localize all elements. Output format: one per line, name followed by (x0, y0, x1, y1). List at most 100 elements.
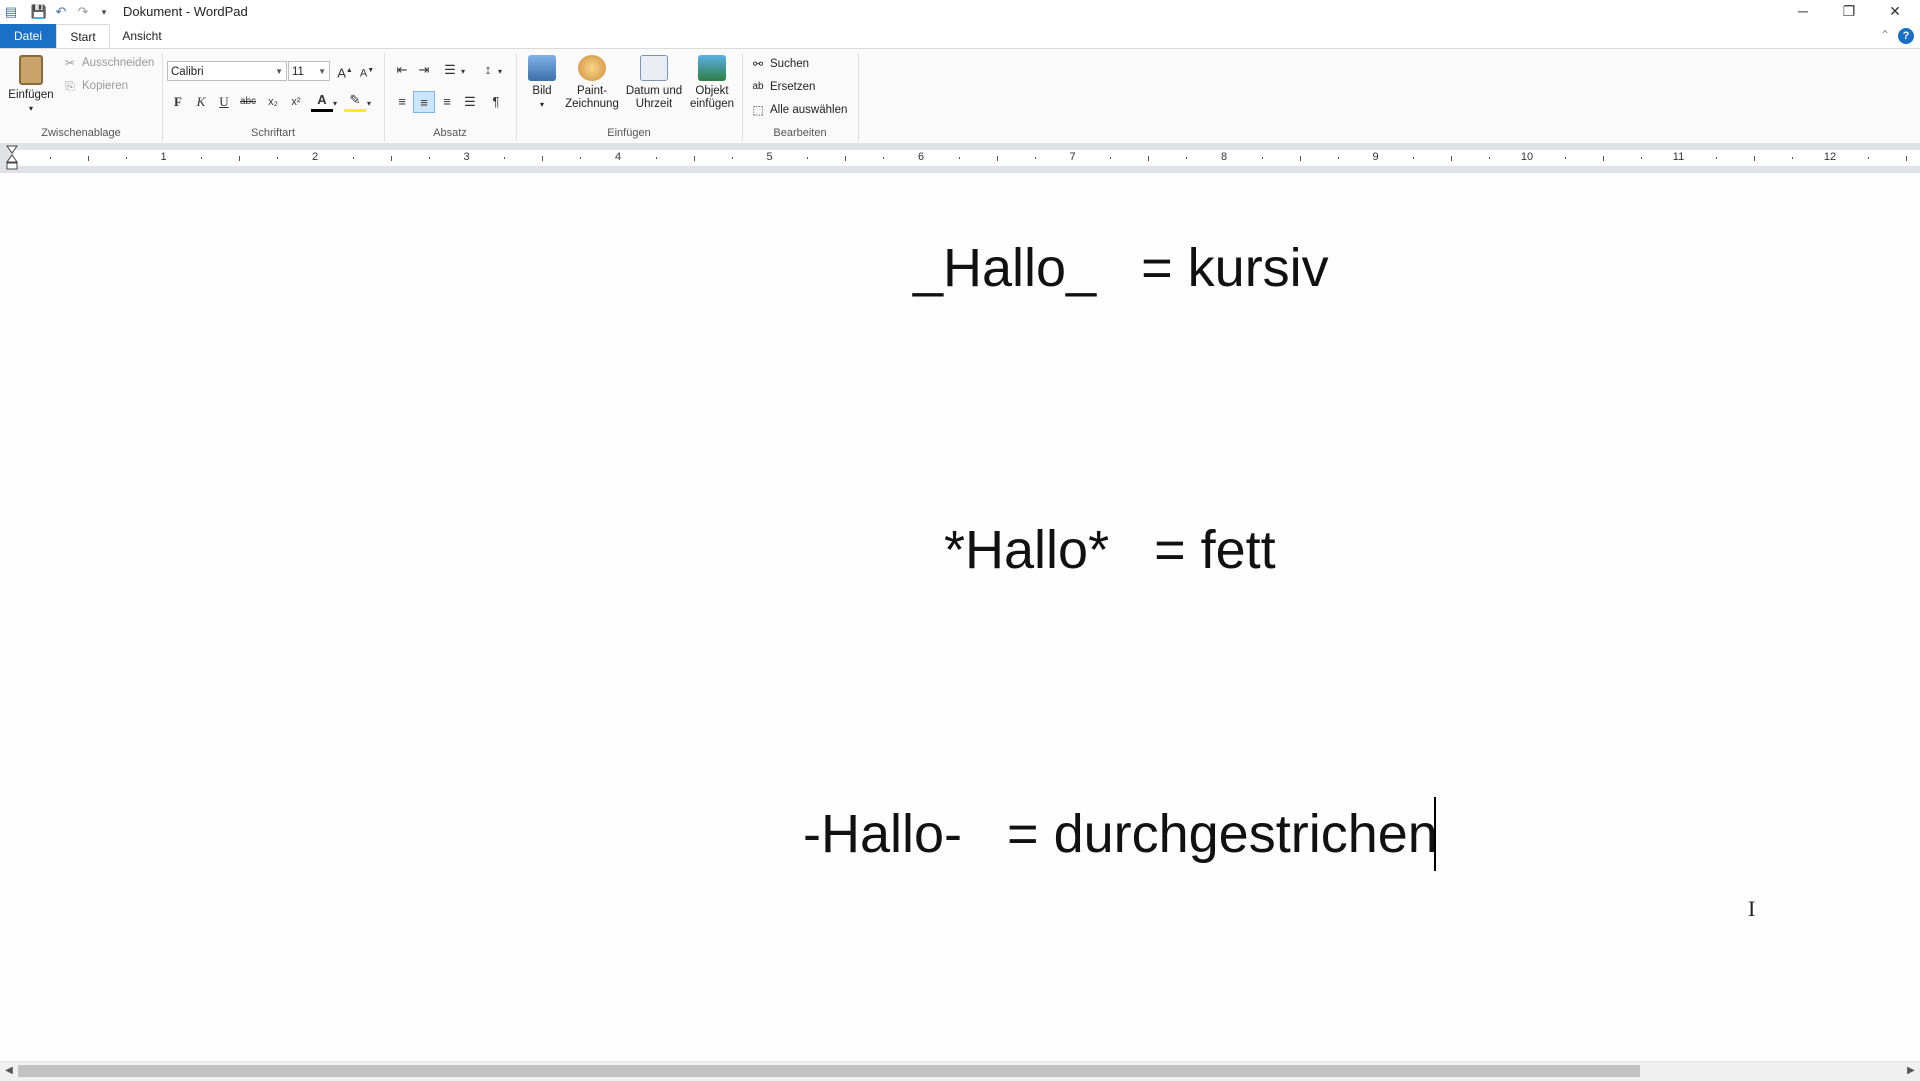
ruler-tick (845, 156, 847, 161)
indent-marker-icon[interactable] (6, 145, 18, 171)
ruler-tick (504, 157, 506, 159)
document-line-1[interactable]: _Hallo_ = kursiv (913, 237, 1329, 299)
close-button[interactable]: ✕ (1872, 0, 1918, 24)
ruler-tick (1110, 157, 1112, 159)
picture-button[interactable]: Bild ▾ (522, 55, 562, 111)
ruler-tick (1337, 157, 1339, 159)
redo-icon[interactable]: ↷ (74, 3, 92, 21)
document-line-3[interactable]: -Hallo- = durchgestrichen (803, 803, 1438, 865)
cut-button[interactable]: ✂ Ausschneiden (62, 53, 154, 73)
ruler-tick (49, 157, 51, 159)
font-family-select[interactable]: Calibri ▼ (167, 61, 287, 81)
ruler-tick (1792, 157, 1794, 159)
ruler-tick (277, 157, 279, 159)
ruler-tick (1186, 157, 1188, 159)
tab-start[interactable]: Start (56, 24, 110, 48)
customize-icon[interactable]: ▾ (95, 3, 113, 21)
picture-label: Bild (532, 85, 552, 97)
binoculars-icon: ⚯ (752, 57, 764, 71)
tab-ansicht[interactable]: Ansicht (112, 24, 172, 48)
paste-dropdown-icon: ▾ (28, 104, 33, 113)
subscript-button[interactable]: x₂ (262, 91, 284, 113)
ruler-tick (1905, 156, 1907, 161)
bold-button[interactable]: F (167, 91, 189, 113)
picture-icon (528, 55, 556, 81)
align-right-icon[interactable]: ≡ (436, 91, 458, 113)
replace-label: Ersetzen (770, 81, 816, 93)
tab-datei[interactable]: Datei (0, 24, 56, 48)
app-menu-icon[interactable]: ▤ (2, 3, 20, 21)
ruler-tick (731, 157, 733, 159)
scrollbar-thumb[interactable] (18, 1065, 1640, 1077)
align-left-icon[interactable]: ≡ (391, 91, 413, 113)
ruler-number: 12 (1823, 151, 1837, 163)
ruler-tick (125, 157, 127, 159)
scroll-left-icon[interactable]: ◀ (2, 1064, 16, 1078)
document-area[interactable]: _Hallo_ = kursiv *Hallo* = fett -Hallo- … (0, 173, 1920, 1061)
grow-font-icon[interactable]: A▲ (334, 60, 356, 82)
strikethrough-button[interactable]: abc (237, 91, 259, 113)
ribbon-tab-bar: Datei Start Ansicht ⌃ ? (0, 24, 1920, 48)
paint-drawing-button[interactable]: Paint- Zeichnung (562, 55, 622, 111)
align-center-icon[interactable]: ≡ (413, 91, 435, 113)
find-label: Suchen (770, 58, 810, 70)
paragraph-group-label: Absatz (433, 127, 467, 139)
select-all-button[interactable]: ⬚ Alle auswählen (750, 100, 847, 120)
ruler-tick (655, 157, 657, 159)
find-button[interactable]: ⚯ Suchen (750, 54, 809, 74)
object-label-1: Objekt (695, 85, 729, 97)
font-size-select[interactable]: 11 ▼ (288, 61, 330, 81)
palette-icon (578, 55, 606, 81)
ruler-tick (239, 156, 241, 161)
scissors-icon: ✂ (64, 56, 76, 70)
help-icon[interactable]: ? (1898, 28, 1914, 44)
restore-button[interactable]: ❐ (1826, 0, 1872, 24)
ruler-number: 2 (311, 151, 319, 163)
ruler-tick (352, 157, 354, 159)
underline-button[interactable]: U (213, 91, 235, 113)
chevron-down-icon[interactable]: ▾ (458, 61, 468, 83)
ruler-tick (87, 156, 89, 161)
ruler-number: 3 (463, 151, 470, 163)
title-bar: ▤ 💾 ↶ ↷ ▾ Dokument - WordPad ─ ❐ ✕ (0, 0, 1920, 24)
chevron-down-icon: ▼ (318, 67, 326, 76)
paint-label-2: Zeichnung (565, 98, 619, 110)
ruler-number: 7 (1069, 151, 1076, 163)
undo-icon[interactable]: ↶ (52, 3, 70, 21)
clipboard-group-label: Zwischenablage (41, 127, 121, 139)
chevron-down-icon[interactable]: ▾ (364, 93, 374, 115)
ribbon: Einfügen ▾ ✂ Ausschneiden ⎘ Kopieren Zwi… (0, 48, 1920, 145)
paint-label-1: Paint- (576, 85, 608, 97)
paste-button[interactable]: Einfügen ▾ (6, 55, 56, 115)
ruler-tick (1261, 157, 1263, 159)
shrink-font-icon[interactable]: A▼ (356, 60, 378, 82)
paragraph-settings-icon[interactable]: ¶ (485, 91, 507, 113)
italic-button[interactable]: K (190, 91, 212, 113)
horizontal-scrollbar[interactable]: ◀ ▶ (0, 1061, 1920, 1081)
save-icon[interactable]: 💾 (30, 3, 48, 21)
ruler-tick (996, 156, 998, 161)
ruler-number: 11 (1672, 151, 1685, 163)
increase-indent-icon[interactable]: ⇥ (413, 59, 435, 81)
copy-button[interactable]: ⎘ Kopieren (62, 76, 128, 96)
font-family-value: Calibri (171, 66, 204, 78)
replace-button[interactable]: ab Ersetzen (750, 77, 815, 97)
ruler[interactable]: 1 2 3 4 5 6 7 8 9 10 11 12 (0, 143, 1920, 173)
decrease-indent-icon[interactable]: ⇤ (391, 59, 413, 81)
ribbon-collapse-icon[interactable]: ⌃ (1880, 28, 1890, 42)
ruler-number: 4 (614, 151, 622, 163)
scroll-right-icon[interactable]: ▶ (1904, 1064, 1918, 1078)
highlight-pen-icon[interactable]: ✎ (344, 91, 366, 112)
insert-object-button[interactable]: Objekt einfügen (686, 55, 738, 111)
ruler-tick (958, 157, 960, 159)
justify-icon[interactable]: ☰ (459, 91, 481, 113)
object-icon (698, 55, 726, 81)
date-time-button[interactable]: Datum und Uhrzeit (622, 55, 686, 111)
document-line-2[interactable]: *Hallo* = fett (944, 519, 1276, 581)
text-caret (1434, 797, 1436, 871)
minimize-button[interactable]: ─ (1780, 0, 1826, 24)
superscript-button[interactable]: x² (285, 91, 307, 113)
copy-label: Kopieren (82, 80, 129, 92)
chevron-down-icon[interactable]: ▾ (330, 93, 340, 115)
chevron-down-icon[interactable]: ▾ (495, 61, 505, 83)
